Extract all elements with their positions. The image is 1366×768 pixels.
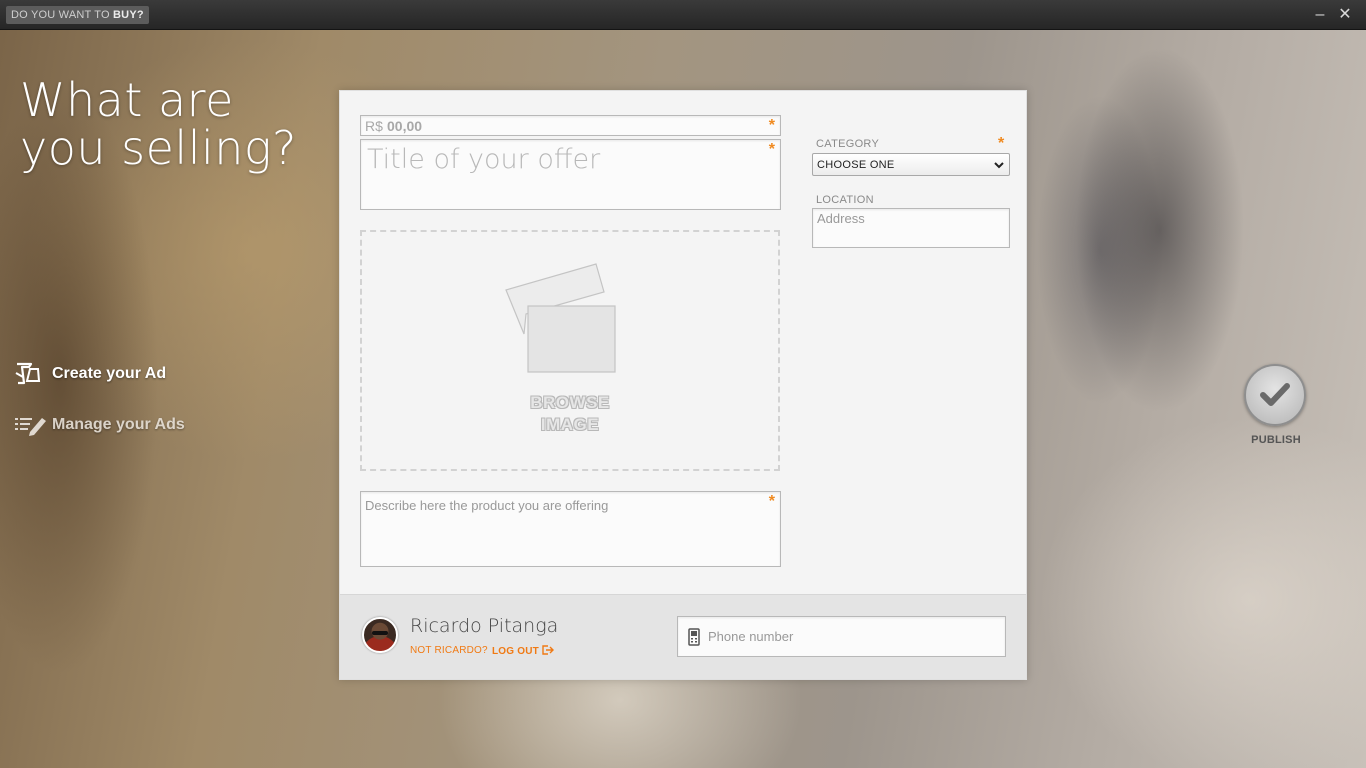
price-placeholder: 00,00 <box>387 118 423 134</box>
list-pencil-icon <box>14 412 48 438</box>
chevron-down-icon <box>993 158 1005 176</box>
title-bar: DO YOU WANT TO BUY? – ✕ <box>0 0 1366 30</box>
nav-item-create-ad[interactable]: Create your Ad <box>14 361 166 387</box>
browse-image-dropzone[interactable]: BROWSE IMAGE <box>360 230 780 471</box>
required-mark: * <box>768 117 775 134</box>
browse-image-line-2: IMAGE <box>540 415 600 434</box>
nav-item-manage-ads[interactable]: Manage your Ads <box>14 412 185 438</box>
buy-prefix: DO YOU WANT TO <box>11 9 114 21</box>
logout-icon <box>542 645 554 657</box>
publish-button[interactable]: PUBLISH <box>1244 364 1308 446</box>
browse-image-label: BROWSE IMAGE <box>362 392 778 436</box>
required-mark: * <box>998 135 1005 152</box>
mobile-phone-icon <box>688 628 700 646</box>
nav-item-manage-ads-label: Manage your Ads <box>52 416 185 433</box>
phone-placeholder: Phone number <box>708 629 794 644</box>
address-placeholder: Address <box>817 211 865 226</box>
avatar <box>362 617 398 653</box>
price-input[interactable]: R$ 00,00 * <box>360 115 781 136</box>
page-title-line-1: What are <box>20 73 234 127</box>
close-button[interactable]: ✕ <box>1336 6 1354 24</box>
user-footer: Ricardo Pitanga NOT RICARDO? LOG OUT Pho… <box>340 594 1026 679</box>
ad-form-panel: R$ 00,00 * Title of your offer * BROWSE … <box>339 90 1027 680</box>
page-title-line-2: you selling? <box>20 121 297 175</box>
publish-circle <box>1244 364 1306 426</box>
buy-strong: BUY? <box>113 9 144 21</box>
not-user-link[interactable]: NOT RICARDO? <box>410 645 488 656</box>
tablet-hand-icon <box>14 361 48 387</box>
nav-item-create-ad-label: Create your Ad <box>52 365 167 382</box>
required-mark: * <box>768 141 775 158</box>
currency-label: R$ <box>365 118 383 134</box>
description-placeholder: Describe here the product you are offeri… <box>365 498 609 513</box>
image-placeholder-icon <box>505 263 616 373</box>
address-input[interactable]: Address <box>812 208 1010 248</box>
logout-link[interactable]: LOG OUT <box>492 645 554 657</box>
minimize-button[interactable]: – <box>1311 6 1329 24</box>
phone-input[interactable]: Phone number <box>677 616 1006 657</box>
logout-label: LOG OUT <box>492 646 539 657</box>
category-value: CHOOSE ONE <box>817 159 895 171</box>
location-label: LOCATION <box>816 194 874 206</box>
publish-label: PUBLISH <box>1251 434 1301 446</box>
checkmark-icon <box>1260 383 1290 406</box>
title-placeholder: Title of your offer <box>367 144 601 175</box>
description-input[interactable]: Describe here the product you are offeri… <box>360 491 781 567</box>
category-label: CATEGORY <box>816 138 880 150</box>
category-select[interactable]: CHOOSE ONE <box>812 153 1010 176</box>
user-name: Ricardo Pitanga <box>410 615 559 637</box>
buy-mode-button[interactable]: DO YOU WANT TO BUY? <box>6 6 149 24</box>
page-title: What are you selling? <box>20 76 297 172</box>
title-input[interactable]: Title of your offer * <box>360 139 781 210</box>
required-mark: * <box>768 493 775 510</box>
browse-image-line-1: BROWSE <box>530 393 610 412</box>
